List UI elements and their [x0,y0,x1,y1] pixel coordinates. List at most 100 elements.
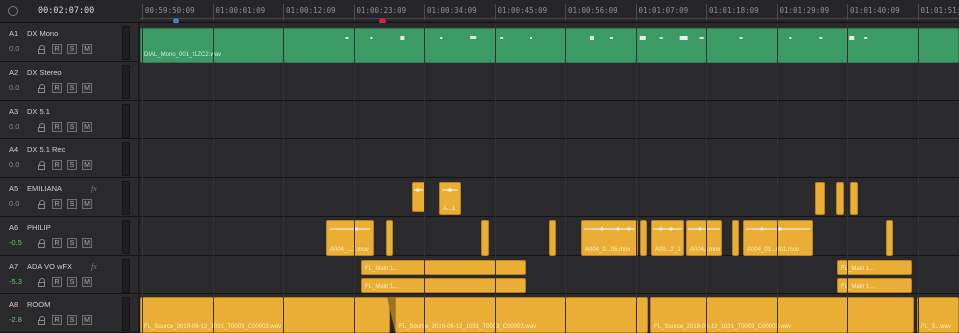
level-meter [122,65,130,99]
ruler-tick [776,4,778,20]
record-arm-button[interactable]: R [52,160,62,170]
track-name[interactable]: PHILIP [27,223,51,232]
gridline [635,23,637,333]
gridline [283,23,284,333]
solo-button[interactable]: S [67,83,77,93]
track-id: A8 [9,299,19,309]
ruler-label: 01:01:07:09 [638,6,689,15]
track-id: A1 [9,28,19,38]
track-header-a5[interactable]: A5 EMILIANA fx 0.0 R S M [0,178,138,217]
ruler-label: 01:00:45:09 [497,6,548,15]
lock-icon[interactable] [38,239,46,248]
ruler-tick [917,4,919,20]
ruler-label: 01:00:34:09 [427,6,477,15]
mute-button[interactable]: M [82,44,92,54]
gridline [424,23,425,333]
ruler-tick [565,4,566,20]
track-name[interactable]: ROOM [27,300,50,309]
track-name[interactable]: DX 5.1 Rec [27,145,65,154]
ruler-tick [635,4,637,20]
ruler-label: 01:01:51:0 [920,6,959,15]
mute-button[interactable]: M [82,122,92,132]
mute-button[interactable]: M [82,83,92,93]
track-header-a8[interactable]: A8 ROOM -2.8 R S M [0,294,138,333]
solo-button[interactable]: S [67,277,77,287]
track-volume[interactable]: 0.0 [9,44,25,55]
mute-button[interactable]: M [82,315,92,325]
ruler-baseline [140,18,959,19]
level-meter [122,220,130,254]
record-arm-button[interactable]: R [52,83,62,93]
solo-button[interactable]: S [67,160,77,170]
track-id: A3 [9,106,19,116]
track-header-a2[interactable]: A2 DX Stereo 0.0 R S M [0,62,138,101]
ruler-tick [494,4,496,20]
lock-icon[interactable] [38,123,46,132]
track-id: A7 [9,261,19,271]
solo-button[interactable]: S [67,199,77,209]
solo-button[interactable]: S [67,44,77,54]
gridline [706,23,707,333]
solo-button[interactable]: S [67,315,77,325]
mute-button[interactable]: M [82,199,92,209]
mute-button[interactable]: M [82,160,92,170]
level-meter [122,181,130,215]
track-volume[interactable]: -5.3 [9,277,25,288]
track-volume[interactable]: 0.0 [9,83,25,94]
mute-button[interactable]: M [82,238,92,248]
track-volume[interactable]: 0.0 [9,122,25,133]
gridline [212,23,214,333]
track-name[interactable]: DX Stereo [27,68,62,77]
mute-button[interactable]: M [82,277,92,287]
track-volume[interactable]: 0.0 [9,160,25,171]
track-header-a6[interactable]: A6 PHILIP -0.5 R S M [0,217,138,256]
track-header-a1[interactable]: A1 DX Mono 0.0 R S M [0,23,138,62]
record-arm-button[interactable]: R [52,315,62,325]
track-header-a3[interactable]: A3 DX 5.1 0.0 R S M [0,101,138,139]
ruler-label: 01:00:23:09 [356,6,407,15]
ruler-label: 01:01:29:09 [779,6,830,15]
record-arm-button[interactable]: R [52,44,62,54]
fx-icon[interactable]: fx [91,262,97,271]
record-arm-button[interactable]: R [52,238,62,248]
track-volume[interactable]: -2.8 [9,315,25,326]
ruler-label: 01:01:18:09 [709,6,759,15]
lock-icon[interactable] [38,161,46,170]
timecode-display: 00:02:07:00 [0,0,140,22]
track-name[interactable]: EMILIANA [27,184,62,193]
lock-icon[interactable] [38,316,46,325]
fx-icon[interactable]: fx [91,184,97,193]
lock-icon[interactable] [38,278,46,287]
track-id: A6 [9,222,19,232]
lock-icon[interactable] [38,84,46,93]
level-meter [122,259,130,293]
lock-icon[interactable] [38,200,46,209]
track-name[interactable]: DX 5.1 [27,107,50,116]
ruler-tick [424,4,425,20]
ruler-tick [353,4,355,20]
track-header-a4[interactable]: A4 DX 5.1 Rec 0.0 R S M [0,139,138,178]
level-meter [122,104,130,138]
ruler-label: 01:01:40:09 [850,6,900,15]
timeline-ruler[interactable]: 00:02:07:00 00:59:50:09 01:00:01:09 01:00:… [0,0,959,25]
solo-button[interactable]: S [67,238,77,248]
ruler-tick [142,4,143,20]
record-arm-button[interactable]: R [52,277,62,287]
track-name[interactable]: DX Mono [27,29,58,38]
level-meter [122,26,130,60]
track-volume[interactable]: -0.5 [9,238,25,249]
solo-button[interactable]: S [67,122,77,132]
record-arm-button[interactable]: R [52,199,62,209]
track-header-a7[interactable]: A7 ADA VO wFX fx -5.3 R S M [0,256,138,294]
timecode-value: 00:02:07:00 [38,6,95,16]
lock-icon[interactable] [38,45,46,54]
ruler-label: 00:59:50:09 [145,6,195,15]
record-arm-button[interactable]: R [52,122,62,132]
gridline [917,23,919,333]
timeline-tracks[interactable]: DIAL_Mono_001_I1ZC2.wav A...1 A004_...7.… [140,23,959,333]
ruler-label: 01:00:01:09 [215,6,266,15]
track-id: A4 [9,144,19,154]
track-name[interactable]: ADA VO wFX [27,262,72,271]
gridline [494,23,496,333]
track-volume[interactable]: 0.0 [9,199,25,210]
